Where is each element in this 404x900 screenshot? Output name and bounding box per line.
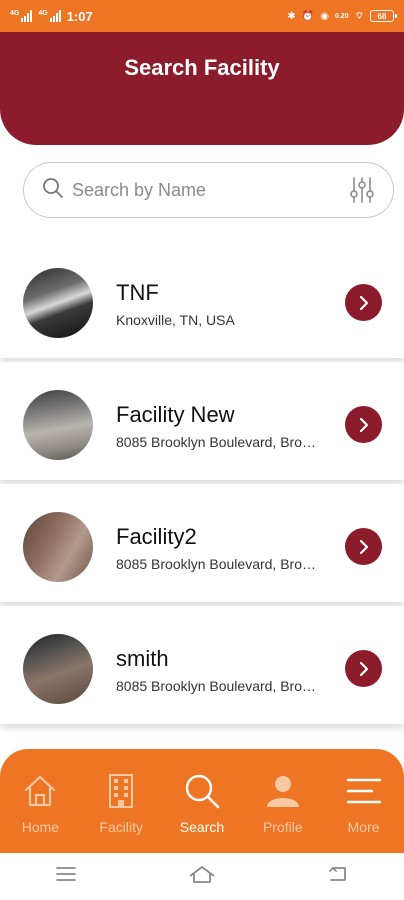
status-right: ✱ ⏰ ◉ 0.20 ⌔ 68 bbox=[287, 10, 397, 23]
facility-name: Facility2 bbox=[116, 524, 197, 549]
status-time: 1:07 bbox=[66, 8, 93, 24]
system-nav-bar bbox=[0, 853, 404, 900]
search-icon bbox=[42, 177, 64, 204]
facility-list-item[interactable]: TNF Knoxville, TN, USA bbox=[0, 240, 404, 358]
chevron-right-icon bbox=[359, 661, 368, 676]
home-icon bbox=[22, 771, 58, 811]
nav-label: Profile bbox=[262, 819, 303, 835]
building-icon bbox=[105, 771, 137, 811]
alarm-icon: ⏰ bbox=[301, 10, 315, 22]
status-left: 4G 4G 1:07 bbox=[10, 9, 93, 24]
nav-item-search[interactable]: Search bbox=[167, 771, 237, 835]
recent-apps-icon[interactable] bbox=[55, 865, 77, 888]
open-facility-button[interactable] bbox=[345, 284, 382, 321]
facility-thumbnail bbox=[23, 268, 93, 338]
facility-thumbnail bbox=[23, 634, 93, 704]
nav-label: Home bbox=[21, 819, 60, 835]
search-bar[interactable] bbox=[23, 162, 394, 218]
signal-icon: 4G bbox=[10, 10, 33, 22]
open-facility-button[interactable] bbox=[345, 406, 382, 443]
menu-icon bbox=[346, 771, 382, 811]
signal-icon-2: 4G bbox=[38, 10, 61, 22]
chevron-right-icon bbox=[359, 417, 368, 432]
back-icon[interactable] bbox=[327, 865, 349, 888]
filter-icon[interactable] bbox=[349, 176, 375, 204]
facility-list-item[interactable]: Facility2 8085 Brooklyn Boulevard, Brook… bbox=[0, 484, 404, 602]
open-facility-button[interactable] bbox=[345, 528, 382, 565]
network-type-1: 4G bbox=[10, 10, 20, 17]
facility-thumbnail bbox=[23, 390, 93, 460]
chevron-right-icon bbox=[359, 539, 368, 554]
facility-list-item[interactable]: Facility New 8085 Brooklyn Boulevard, Br… bbox=[0, 362, 404, 480]
facility-address: Knoxville, TN, USA bbox=[116, 312, 235, 328]
search-input[interactable] bbox=[72, 179, 349, 201]
nav-item-facility[interactable]: Facility bbox=[86, 771, 156, 835]
facility-name: Facility New bbox=[116, 402, 235, 427]
network-speed: 0.20 bbox=[334, 12, 349, 20]
facility-name: TNF bbox=[116, 280, 159, 305]
network-type-2: 4G bbox=[38, 10, 48, 17]
chevron-right-icon bbox=[359, 295, 368, 310]
bottom-nav: Home Facility Search Profile More bbox=[0, 749, 404, 853]
nav-item-home[interactable]: Home bbox=[5, 771, 75, 835]
nav-label: Search bbox=[179, 819, 225, 835]
nav-label: Facility bbox=[99, 819, 143, 835]
hotspot-icon: ◉ bbox=[320, 10, 329, 22]
profile-icon bbox=[265, 771, 301, 811]
nav-item-profile[interactable]: Profile bbox=[248, 771, 318, 835]
facility-address: 8085 Brooklyn Boulevard, Brooklyn Park, … bbox=[116, 678, 322, 694]
nav-item-more[interactable]: More bbox=[329, 771, 399, 835]
status-bar: 4G 4G 1:07 ✱ ⏰ ◉ 0.20 ⌔ 68 bbox=[0, 0, 404, 32]
search-icon bbox=[183, 771, 221, 811]
battery-icon: 68 bbox=[370, 10, 397, 22]
home-button-icon[interactable] bbox=[188, 864, 216, 889]
facility-thumbnail bbox=[23, 512, 93, 582]
facility-address: 8085 Brooklyn Boulevard, Brooklyn Park, … bbox=[116, 434, 322, 450]
facility-name: smith bbox=[116, 646, 169, 671]
open-facility-button[interactable] bbox=[345, 650, 382, 687]
wifi-icon: ⌔ bbox=[354, 10, 364, 22]
page-title: Search Facility bbox=[124, 54, 280, 80]
facility-address: 8085 Brooklyn Boulevard, Brooklyn Park, … bbox=[116, 556, 322, 572]
facility-list-item[interactable]: smith 8085 Brooklyn Boulevard, Brooklyn … bbox=[0, 606, 404, 724]
app-header: Search Facility bbox=[0, 32, 404, 145]
nav-label: More bbox=[347, 819, 380, 835]
bluetooth-icon: ✱ bbox=[287, 10, 296, 22]
battery-level: 68 bbox=[377, 11, 387, 21]
